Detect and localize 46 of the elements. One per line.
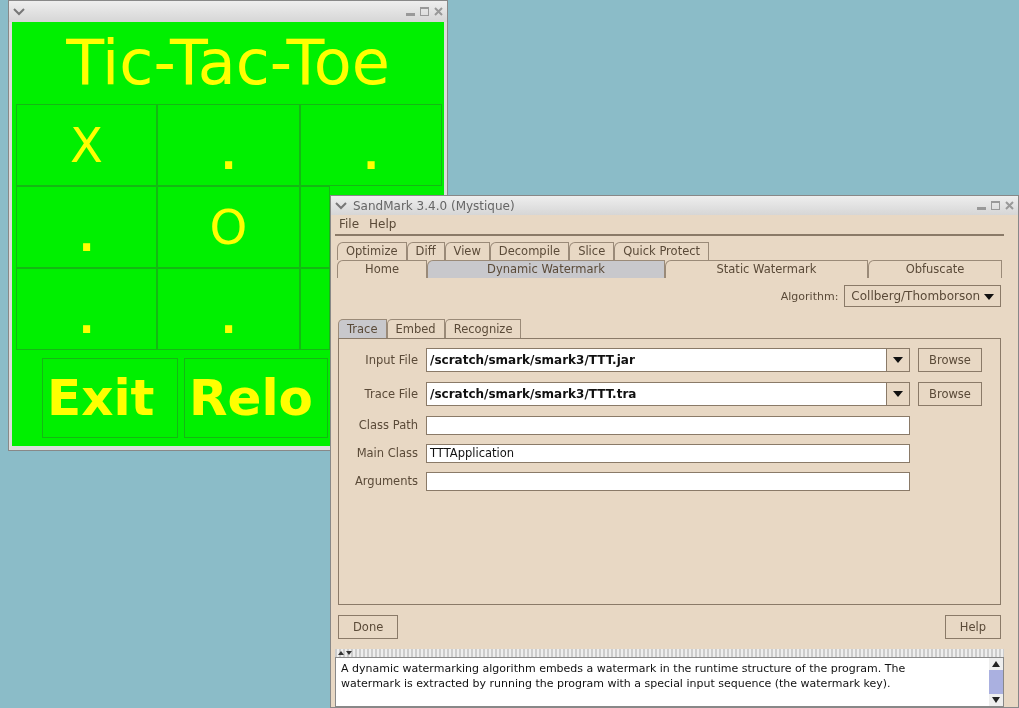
description-text: A dynamic watermarking algorithm embeds a watermark in the runtime structure of the program. The watermark is extracted by running the program with a special input sequence (the watermark key). bbox=[340, 661, 907, 692]
maximize-icon[interactable] bbox=[991, 201, 1000, 210]
tab[interactable]: Diff bbox=[406, 242, 445, 260]
tab[interactable]: View bbox=[444, 242, 490, 260]
dialog-button[interactable]: Done bbox=[338, 615, 399, 639]
scrollbar[interactable] bbox=[989, 658, 1003, 706]
close-icon[interactable] bbox=[1005, 201, 1014, 210]
algorithm-label: Algorithm: bbox=[780, 289, 839, 303]
field-label: Main Class bbox=[355, 446, 418, 460]
tab[interactable]: Embed bbox=[386, 319, 445, 338]
input-field[interactable]: TTTApplication bbox=[426, 443, 910, 463]
close-icon[interactable] bbox=[434, 7, 443, 16]
tab[interactable]: Decompile bbox=[489, 242, 570, 260]
field-label: Arguments bbox=[353, 474, 418, 488]
tab[interactable]: Home bbox=[337, 260, 427, 278]
dropdown-arrow-icon[interactable] bbox=[893, 357, 903, 363]
dialog-button[interactable]: Help bbox=[944, 615, 1001, 639]
tab[interactable]: Obfuscate bbox=[868, 260, 1002, 278]
chevron-icon[interactable] bbox=[335, 201, 347, 210]
tab[interactable]: Trace bbox=[338, 319, 387, 338]
file-combo-field[interactable]: /scratch/smark/smark3/TTT.tra bbox=[426, 382, 910, 406]
game-title: Tic-Tac-Toe bbox=[65, 25, 391, 101]
tab[interactable]: Quick Protect bbox=[614, 242, 710, 260]
menu-item[interactable]: Help bbox=[369, 217, 397, 232]
input-field[interactable] bbox=[426, 471, 910, 491]
board-cell[interactable] bbox=[300, 268, 330, 350]
algorithm-dropdown[interactable]: Collberg/Thomborson bbox=[844, 285, 1001, 307]
dropdown-arrow-icon[interactable] bbox=[893, 391, 903, 397]
field-label: Trace File bbox=[363, 387, 418, 401]
field-label: Class Path bbox=[357, 418, 418, 432]
tab[interactable]: Optimize bbox=[337, 242, 407, 260]
field-label: Input File bbox=[364, 353, 418, 367]
file-combo-field[interactable]: /scratch/smark/smark3/TTT.jar bbox=[426, 348, 910, 372]
tab[interactable]: Dynamic Watermark bbox=[427, 260, 665, 278]
menu-item[interactable]: File bbox=[339, 217, 360, 232]
tab[interactable]: Recognize bbox=[444, 319, 522, 338]
browse-button[interactable]: Browse bbox=[918, 348, 982, 372]
browse-button[interactable]: Browse bbox=[918, 382, 982, 406]
maximize-icon[interactable] bbox=[420, 7, 429, 16]
dropdown-arrow-icon[interactable] bbox=[984, 294, 994, 300]
tab[interactable]: Static Watermark bbox=[665, 260, 868, 278]
window-title: SandMark 3.4.0 (Mystique) bbox=[353, 198, 515, 213]
board-cell[interactable] bbox=[300, 186, 330, 268]
input-field[interactable] bbox=[426, 415, 910, 435]
chevron-icon[interactable] bbox=[13, 7, 25, 16]
tab[interactable]: Slice bbox=[569, 242, 615, 260]
